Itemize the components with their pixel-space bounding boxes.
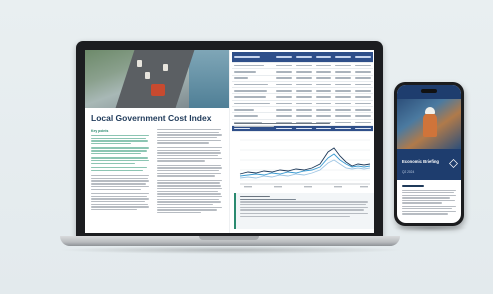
report-page-right	[229, 50, 374, 233]
photo-car	[137, 60, 142, 67]
phone-dynamic-island	[421, 89, 437, 93]
key-points-text	[91, 135, 151, 212]
cost-index-table	[232, 52, 373, 133]
phone-cover-photo	[397, 99, 461, 149]
laptop-shadow	[58, 246, 403, 254]
chart-caption	[234, 123, 334, 128]
photo-road	[115, 50, 195, 108]
laptop-trackpad-notch	[199, 236, 259, 240]
photo-worker	[423, 113, 437, 137]
smartphone: Economic Briefing Q2 2024	[394, 82, 464, 226]
notes-box	[234, 193, 374, 229]
body-text-column	[157, 129, 223, 215]
phone-cover-page: Economic Briefing Q2 2024	[397, 85, 461, 180]
cost-index-line-chart	[239, 139, 371, 188]
phone-body-text	[402, 185, 456, 216]
report-page-left: Local Government Cost Index Key points	[85, 50, 229, 233]
table-header-row	[232, 52, 373, 63]
photo-car	[145, 72, 150, 79]
key-points-heading: Key points	[91, 129, 109, 133]
photo-car	[163, 64, 168, 71]
phone-cover-subtitle: Q2 2024	[402, 170, 415, 174]
phone-cover-title: Economic Briefing	[402, 159, 439, 164]
chart-tick-labels	[244, 186, 368, 188]
diamond-logo-icon	[449, 159, 458, 168]
laptop-display: Local Government Cost Index Key points	[85, 50, 374, 233]
laptop: Local Government Cost Index Key points	[76, 41, 383, 237]
page-title: Local Government Cost Index	[91, 113, 212, 123]
phone-screen: Economic Briefing Q2 2024	[397, 85, 461, 223]
chart-series-3	[239, 159, 371, 179]
cover-photo-road	[85, 50, 229, 108]
photo-truck	[151, 84, 165, 96]
photo-sea	[189, 50, 229, 108]
photo-helmet	[425, 107, 435, 114]
